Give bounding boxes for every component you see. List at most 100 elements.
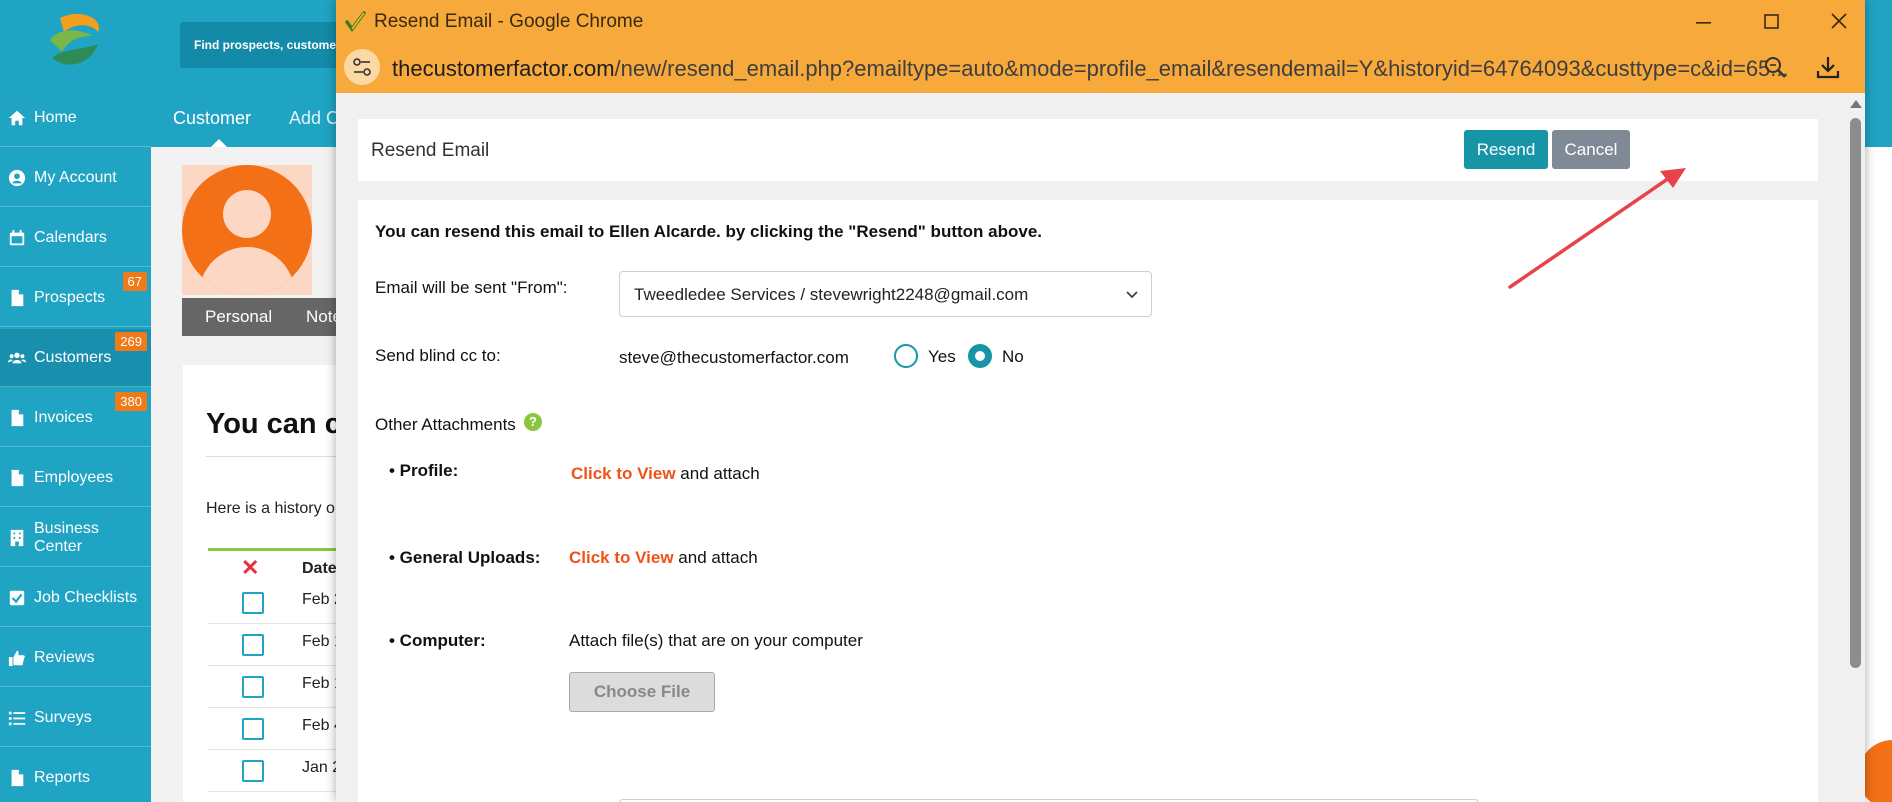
row-checkbox[interactable] xyxy=(242,592,264,614)
sidebar-item-invoices[interactable]: Invoices 380 xyxy=(0,389,151,447)
cancel-button[interactable]: Cancel xyxy=(1552,130,1630,169)
maximize-icon[interactable] xyxy=(1756,8,1786,36)
sidebar-item-my-account[interactable]: My Account xyxy=(0,149,151,207)
sidebar-item-reviews[interactable]: Reviews xyxy=(0,629,151,687)
url-domain: thecustomerfactor.com xyxy=(392,56,615,81)
table-row[interactable]: Jan 2 xyxy=(208,750,348,792)
zoom-icon[interactable] xyxy=(1762,54,1790,82)
scroll-up-arrow-icon[interactable] xyxy=(1850,100,1862,108)
computer-attachment-text: Attach file(s) that are on your computer xyxy=(569,631,863,650)
url-field[interactable]: thecustomerfactor.com/new/resend_email.p… xyxy=(392,56,1792,82)
from-select-value: Tweedledee Services / stevewright2248@gm… xyxy=(634,285,1029,304)
sidebar-item-label: Invoices xyxy=(34,408,93,426)
sidebar-item-label: My Account xyxy=(34,168,117,186)
uploads-attachment-label: • General Uploads: xyxy=(389,548,541,567)
profile-attach-suffix: and attach xyxy=(675,464,760,483)
invoices-count-badge: 380 xyxy=(115,392,147,411)
document-icon xyxy=(11,469,24,486)
bcc-yes-label[interactable]: Yes xyxy=(928,347,956,367)
bcc-no-radio[interactable] xyxy=(968,344,992,368)
download-icon[interactable] xyxy=(1814,54,1842,82)
bcc-label: Send blind cc to: xyxy=(375,346,501,365)
app-logo[interactable] xyxy=(40,10,110,75)
sidebar-item-job-checklists[interactable]: Job Checklists xyxy=(0,569,151,627)
profile-view-link[interactable]: Click to View xyxy=(571,464,676,483)
tab-customer[interactable]: Customer xyxy=(173,108,251,129)
row-checkbox[interactable] xyxy=(242,634,264,656)
sidebar-item-label: Home xyxy=(34,108,77,126)
site-info-button[interactable] xyxy=(344,49,380,85)
from-label: Email will be sent "From": xyxy=(375,278,568,297)
document-icon xyxy=(11,769,24,786)
building-icon xyxy=(10,529,24,546)
other-attachments-label: Other Attachments xyxy=(375,415,516,434)
table-row[interactable]: Feb 1 xyxy=(208,624,348,666)
scroll-thumb[interactable] xyxy=(1850,118,1861,668)
thumbs-up-icon xyxy=(8,650,25,666)
chevron-down-icon xyxy=(1126,291,1138,299)
uploads-attach-suffix: and attach xyxy=(673,548,758,567)
profile-attachment-label: • Profile: xyxy=(389,461,459,480)
avatar-placeholder-icon xyxy=(182,165,312,295)
row-checkbox[interactable] xyxy=(242,760,264,782)
url-path: /new/resend_email.php?emailtype=auto&mod… xyxy=(614,56,1789,81)
history-description: Here is a history o xyxy=(206,500,335,517)
site-settings-icon xyxy=(353,58,371,76)
sidebar-item-label: Job Checklists xyxy=(34,588,138,606)
app-favicon-icon xyxy=(345,11,366,32)
home-icon xyxy=(8,110,26,125)
customer-subnav: Customer Add Cu xyxy=(151,89,349,147)
sidebar-item-prospects[interactable]: Prospects 67 xyxy=(0,269,151,327)
right-page-strip xyxy=(1865,147,1892,802)
table-row[interactable]: Feb 1 xyxy=(208,666,348,708)
sidebar-item-employees[interactable]: Employees xyxy=(0,449,151,507)
window-titlebar[interactable]: Resend Email - Google Chrome xyxy=(336,0,1865,43)
sidebar-item-label: Reviews xyxy=(34,648,95,666)
user-circle-icon xyxy=(8,169,26,186)
sidebar-item-reports[interactable]: Reports xyxy=(0,749,151,802)
from-select[interactable]: Tweedledee Services / stevewright2248@gm… xyxy=(619,271,1152,317)
bcc-email: steve@thecustomerfactor.com xyxy=(619,348,849,367)
list-icon xyxy=(8,711,26,725)
close-icon[interactable] xyxy=(1824,8,1854,36)
users-icon xyxy=(8,352,26,363)
delete-selected-icon[interactable]: ✕ xyxy=(241,555,259,581)
sidebar: Home My Account Calendars Prospects 67 C… xyxy=(0,89,151,802)
choose-file-button[interactable]: Choose File xyxy=(569,672,715,712)
global-search-input[interactable]: Find prospects, customers, xyxy=(180,22,350,68)
table-row[interactable]: Feb 4 xyxy=(208,708,348,750)
sidebar-item-label: Surveys xyxy=(34,708,92,726)
bcc-no-label[interactable]: No xyxy=(1002,347,1024,367)
resend-button[interactable]: Resend xyxy=(1464,130,1548,169)
uploads-attachment-row: Click to View and attach xyxy=(569,548,758,568)
dialog-scrollbar[interactable] xyxy=(1846,93,1865,802)
resend-email-window: Resend Email - Google Chrome thecustomer… xyxy=(336,0,1865,802)
profile-tabs: Personal Note xyxy=(182,298,342,336)
sidebar-item-calendars[interactable]: Calendars xyxy=(0,209,151,267)
right-topbar-strip xyxy=(1865,89,1892,147)
sidebar-item-home[interactable]: Home xyxy=(0,89,151,147)
table-row[interactable]: Feb 2 xyxy=(208,582,348,624)
sidebar-item-customers[interactable]: Customers 269 xyxy=(0,329,151,387)
sidebar-item-surveys[interactable]: Surveys xyxy=(0,689,151,747)
sidebar-item-label: Employees xyxy=(34,468,114,486)
avatar xyxy=(182,165,312,295)
sidebar-item-label: Business Center xyxy=(34,519,99,555)
row-checkbox[interactable] xyxy=(242,718,264,740)
uploads-view-link[interactable]: Click to View xyxy=(569,548,674,567)
calendar-icon xyxy=(9,229,25,245)
row-checkbox[interactable] xyxy=(242,676,264,698)
table-top-border xyxy=(208,548,348,551)
help-icon[interactable]: ? xyxy=(524,413,542,431)
sidebar-item-label: Customers xyxy=(34,348,112,366)
customers-count-badge: 269 xyxy=(115,332,147,351)
document-icon xyxy=(11,409,24,426)
sidebar-item-label: Prospects xyxy=(34,288,106,306)
minimize-icon[interactable] xyxy=(1688,8,1718,36)
bcc-yes-radio[interactable] xyxy=(894,344,918,368)
date-column-header[interactable]: Date xyxy=(302,560,337,578)
sidebar-item-label: Reports xyxy=(34,768,91,786)
computer-attachment-label: • Computer: xyxy=(389,631,486,650)
tab-personal[interactable]: Personal xyxy=(205,307,272,327)
sidebar-item-business-center[interactable]: Business Center xyxy=(0,509,151,567)
